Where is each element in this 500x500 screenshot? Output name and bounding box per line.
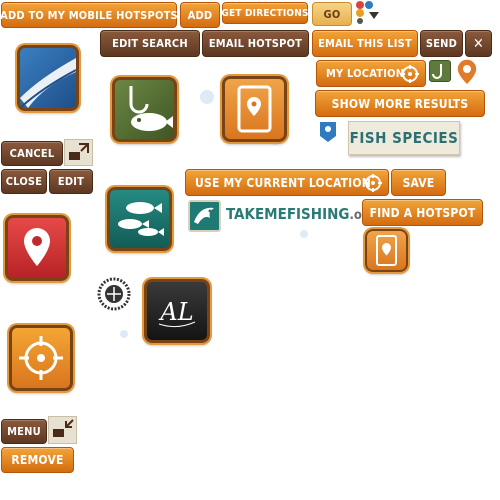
email-hotspot-button[interactable]: EMAIL HOTSPOT <box>202 30 309 57</box>
target-small-icon <box>364 174 382 192</box>
al-logo-icon[interactable]: AL <box>144 279 210 343</box>
my-location-label: MY LOCATION <box>326 67 405 80</box>
collapse-icon[interactable] <box>48 416 77 444</box>
fish-species-label: FISH SPECIES <box>349 129 459 147</box>
svg-text:AL: AL <box>158 298 193 326</box>
get-directions-button[interactable]: GET DIRECTIONS <box>221 2 308 24</box>
menu-button[interactable]: MENU <box>1 419 47 444</box>
blue-pin-icon <box>318 120 338 144</box>
go-button[interactable]: GO <box>312 2 352 26</box>
email-list-button[interactable]: EMAIL THIS LIST <box>312 30 418 57</box>
location-pin-icon[interactable] <box>365 229 408 272</box>
stamp-logo-icon <box>97 277 131 311</box>
crosshair-icon <box>401 65 419 83</box>
fishhook-icon[interactable] <box>112 77 177 142</box>
close-x-button[interactable]: ✕ <box>465 30 492 57</box>
hook-badge-icon <box>429 60 451 82</box>
remove-button[interactable]: REMOVE <box>1 447 74 473</box>
map-pin-icon[interactable] <box>222 76 287 142</box>
save-button[interactable]: SAVE <box>391 169 446 196</box>
add-to-hotspots-button[interactable]: ADD TO MY MOBILE HOTSPOTS <box>0 2 178 28</box>
takemefishing-text: TAKEMEFISHING <box>226 205 350 223</box>
red-pin-icon[interactable] <box>5 215 69 281</box>
edit-search-button[interactable]: EDIT SEARCH <box>100 30 200 57</box>
target-icon[interactable] <box>9 325 73 391</box>
use-location-label: USE MY CURRENT LOCATION <box>195 175 372 190</box>
find-hotspot-button[interactable]: FIND A HOTSPOT <box>362 199 483 226</box>
fish-school-icon[interactable] <box>107 187 172 251</box>
cluster-marker-icon <box>354 0 382 24</box>
expand-icon[interactable] <box>64 139 93 166</box>
fish-species-tag: FISH SPECIES <box>348 121 460 155</box>
add-button[interactable]: ADD <box>180 2 220 28</box>
show-more-results-button[interactable]: SHOW MORE RESULTS <box>315 90 485 117</box>
cancel-button[interactable]: CANCEL <box>1 141 63 166</box>
use-current-location-button[interactable]: USE MY CURRENT LOCATION <box>185 169 389 196</box>
close-button[interactable]: CLOSE <box>1 169 47 194</box>
orange-pin-icon <box>455 58 479 86</box>
edit-button[interactable]: EDIT <box>49 169 93 194</box>
dolphin-icon <box>188 200 221 232</box>
my-location-button[interactable]: MY LOCATION <box>316 60 426 87</box>
road-icon[interactable] <box>17 45 79 111</box>
send-button[interactable]: SEND <box>420 30 463 57</box>
takemefishing-logo: TAKEMEFISHING .org <box>226 205 376 229</box>
